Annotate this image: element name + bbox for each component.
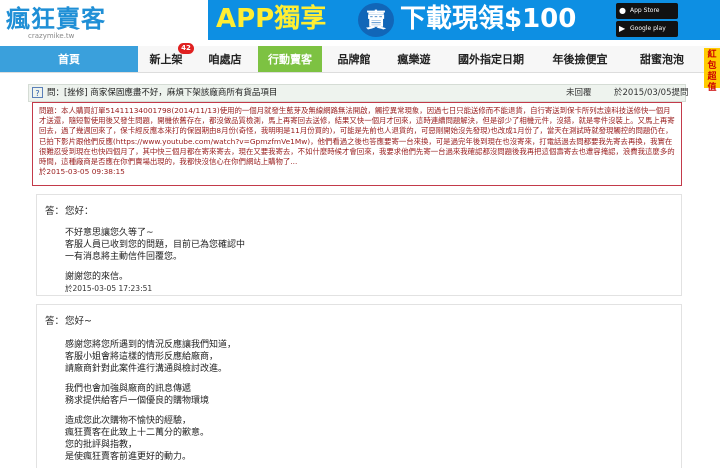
thread-title: 問：[挫修] 商家保固應盡不好，麻煩下架該廠商所有貨品項目 [47,88,278,98]
answer-line: 您的批評與指教， [65,440,138,450]
nav-item-mobile[interactable]: 行動賣客 [258,46,322,72]
answer-label: 答： [45,206,65,217]
nav-item-new[interactable]: 新上架 42 [140,43,194,72]
apple-icon: ● [619,6,626,15]
answer-line: 感謝您將您所遇到的情況反應讓我們知道， [65,340,237,350]
app-promo-banner[interactable]: APP獨享 賣 下載現領$100 ● App Store ▶ Google pl… [208,0,720,40]
red-envelope-side-tab[interactable]: 紅包超值 [704,48,720,93]
question-text: 問題：本人購買訂單51411134001798(2014/11/13)使用的一個… [39,106,675,167]
answer-line: 務求提供給客戶一個優良的購物環境 [65,396,210,406]
nav-item-home[interactable]: 首頁 [0,46,138,72]
answer-line: 是使瘋狂賣客前進更好的動力。 [65,452,192,462]
banner-app-text: APP獨享 [216,4,327,34]
answer-line: 客服人員已收到您的問題，目前已為您確認中 [65,240,246,250]
answer-line: 我們也會加強與廠商的訊息傳遞 [65,384,192,394]
answer-line: 客服小姐會將這樣的情形反應給廠商， [65,352,219,362]
nav-item-overseas[interactable]: 國外指定日期 [446,46,536,72]
thread-status: 未回覆 [566,88,592,98]
google-play-button[interactable]: ▶ Google play [616,21,678,37]
answer-greeting: 您好~ [65,316,92,327]
reply-card: 答： 您好： 不好意思讓您久等了~ 客服人員已收到您的問題，目前已為您確認中 一… [36,194,682,296]
app-store-label: App Store [630,7,660,14]
nav-item-sweet[interactable]: 甜蜜泡泡 [624,46,700,72]
answer-gap [65,263,245,271]
main-nav: 首頁 新上架 42 咱處店 行動賣客 品牌館 瘋樂遊 國外指定日期 年後撿便宜 … [0,43,720,73]
answer-line: 不好意思讓您久等了~ [65,228,154,238]
answer-body: 不好意思讓您久等了~ 客服人員已收到您的問題，目前已為您確認中 一有消息將主動信… [65,227,245,295]
answer-timestamp: 於2015-03-05 17:23:51 [65,284,153,293]
banner-badge: 賣 [358,3,394,37]
answer-gap [65,407,236,415]
question-timestamp: 於2015-03-05 09:38:15 [39,167,125,177]
google-play-icon: ▶ [619,24,626,33]
nav-item-brand[interactable]: 品牌館 [326,46,382,72]
banner-main-text: 下載現領$100 [400,4,577,34]
logo-text: 瘋狂賣客 [6,5,106,33]
google-play-label: Google play [630,25,666,32]
answer-line: 請廠商針對此案件進行溝通與檢討改進。 [65,364,228,374]
answer-line: 謝謝您的來信。 [65,272,129,282]
reply-card: 答： 您好~ 感謝您將您所遇到的情況反應讓我們知道， 客服小姐會將這樣的情形反應… [36,304,682,468]
answer-line: 瘋狂賣客在此致上十二萬分的歉意。 [65,428,210,438]
answer-gap [65,375,236,383]
thread-date: 於2015/03/05提問 [614,88,689,98]
answer-greeting: 您好： [65,206,94,217]
nav-item-travel[interactable]: 瘋樂遊 [386,46,442,72]
nav-item-new-label: 新上架 [149,53,183,66]
new-count-badge: 42 [178,43,194,54]
answer-body: 感謝您將您所遇到的情況反應讓我們知道， 客服小姐會將這樣的情形反應給廠商， 請廠… [65,339,236,463]
nav-item-shop[interactable]: 咱處店 [196,46,254,72]
app-store-button[interactable]: ● App Store [616,3,678,19]
nav-item-bargain[interactable]: 年後撿便宜 [540,46,620,72]
answer-label: 答： [45,316,65,327]
logo-url: crazymike.tw [28,32,75,40]
answer-line: 造成您此次購物不愉快的經驗， [65,416,192,426]
thread-header: ? 問：[挫修] 商家保固應盡不好，麻煩下架該廠商所有貨品項目 未回覆 於201… [28,84,689,102]
site-logo[interactable]: 瘋狂賣客 crazymike.tw [6,6,116,40]
answer-line: 一有消息將主動信件回覆您。 [65,252,183,262]
question-icon: ? [32,87,43,98]
question-body: 問題：本人購買訂單51411134001798(2014/11/13)使用的一個… [32,102,682,186]
site-header: 瘋狂賣客 crazymike.tw APP獨享 賣 下載現領$100 ● App… [0,0,720,44]
